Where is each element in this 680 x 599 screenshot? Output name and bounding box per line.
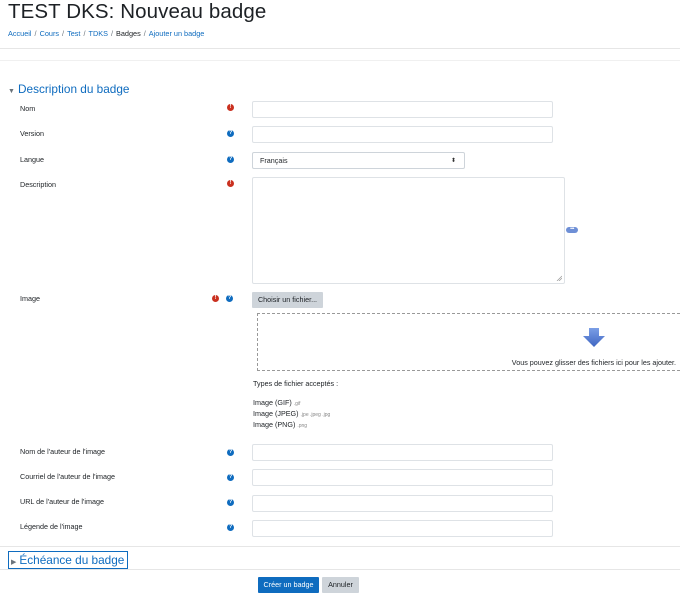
help-icon[interactable]: ? xyxy=(227,499,234,506)
caret-down-icon: ▼ xyxy=(8,88,15,95)
help-icon[interactable]: ? xyxy=(227,524,234,531)
langue-select[interactable]: Français ⬍ xyxy=(252,152,465,169)
required-icon: ! xyxy=(212,295,219,302)
dropzone-text: Vous pouvez glisser des fichiers ici pou… xyxy=(511,358,676,367)
download-arrow-icon xyxy=(583,328,605,347)
create-badge-button[interactable]: Créer un badge xyxy=(258,577,319,593)
version-input[interactable] xyxy=(252,126,553,143)
file-dropzone[interactable]: Vous pouvez glisser des fichiers ici pou… xyxy=(257,313,680,371)
file-type-jpeg: Image (JPEG) .jpe .jpeg .jpg xyxy=(253,409,331,418)
description-editor[interactable] xyxy=(252,177,565,284)
label-image-author-url: URL de l'auteur de l'image xyxy=(20,497,104,506)
section-deadline-toggle[interactable]: ▶ Échéance du badge xyxy=(8,551,129,569)
image-author-name-input[interactable] xyxy=(252,444,553,461)
choose-file-button[interactable]: Choisir un fichier... xyxy=(252,292,323,308)
page-title: TEST DKS: Nouveau badge xyxy=(8,0,267,23)
label-image-author-email: Courriel de l'auteur de l'image xyxy=(20,472,116,481)
label-langue: Langue xyxy=(20,155,44,164)
image-author-email-input[interactable] xyxy=(252,469,553,486)
section-description-title: Description du badge xyxy=(18,82,130,96)
file-type-gif: Image (GIF) .gif xyxy=(253,398,301,407)
required-icon: ! xyxy=(227,180,234,187)
langue-selected-value: Français xyxy=(260,156,288,165)
section-divider xyxy=(0,546,680,547)
breadcrumb-test[interactable]: Test xyxy=(67,29,80,38)
header-divider-2 xyxy=(0,60,680,61)
file-type-png: Image (PNG) .png xyxy=(253,420,308,429)
required-icon: ! xyxy=(227,104,234,111)
label-image: Image xyxy=(20,294,40,303)
image-author-url-input[interactable] xyxy=(252,495,553,512)
label-description: Description xyxy=(20,180,56,189)
help-icon[interactable]: ? xyxy=(226,295,233,302)
help-icon[interactable]: ? xyxy=(227,474,234,481)
resize-handle-icon[interactable] xyxy=(556,275,562,281)
accepted-types-label: Types de fichier acceptés : xyxy=(253,379,339,388)
label-image-author-name: Nom de l'auteur de l'image xyxy=(20,447,106,456)
breadcrumb-badges: Badges xyxy=(115,29,141,38)
label-image-caption: Légende de l'image xyxy=(20,522,83,531)
image-caption-input[interactable] xyxy=(252,520,553,537)
help-icon[interactable]: ? xyxy=(227,130,234,137)
label-version: Version xyxy=(20,129,44,138)
breadcrumb-cours[interactable]: Cours xyxy=(40,29,59,38)
help-icon[interactable]: ? xyxy=(227,449,234,456)
section-divider-bottom xyxy=(0,569,680,570)
label-nom: Nom xyxy=(20,104,36,113)
header-divider xyxy=(0,48,680,49)
select-arrows-icon: ⬍ xyxy=(450,158,456,164)
section-description-toggle[interactable]: ▼ Description du badge xyxy=(8,82,130,96)
breadcrumb-tdks[interactable]: TDKS xyxy=(88,29,107,38)
section-deadline-title: Échéance du badge xyxy=(19,553,125,567)
breadcrumb-ajouter-un-badge[interactable]: Ajouter un badge xyxy=(149,29,205,38)
editor-toolbar-toggle-icon[interactable]: ••• xyxy=(566,227,578,233)
cancel-button[interactable]: Annuler xyxy=(322,577,359,593)
breadcrumb-accueil[interactable]: Accueil xyxy=(8,29,32,38)
help-icon[interactable]: ? xyxy=(227,156,234,163)
breadcrumb: Accueil / Cours / Test / TDKS / Badges / Ajouter u… xyxy=(8,29,205,38)
nom-input[interactable] xyxy=(252,101,553,118)
